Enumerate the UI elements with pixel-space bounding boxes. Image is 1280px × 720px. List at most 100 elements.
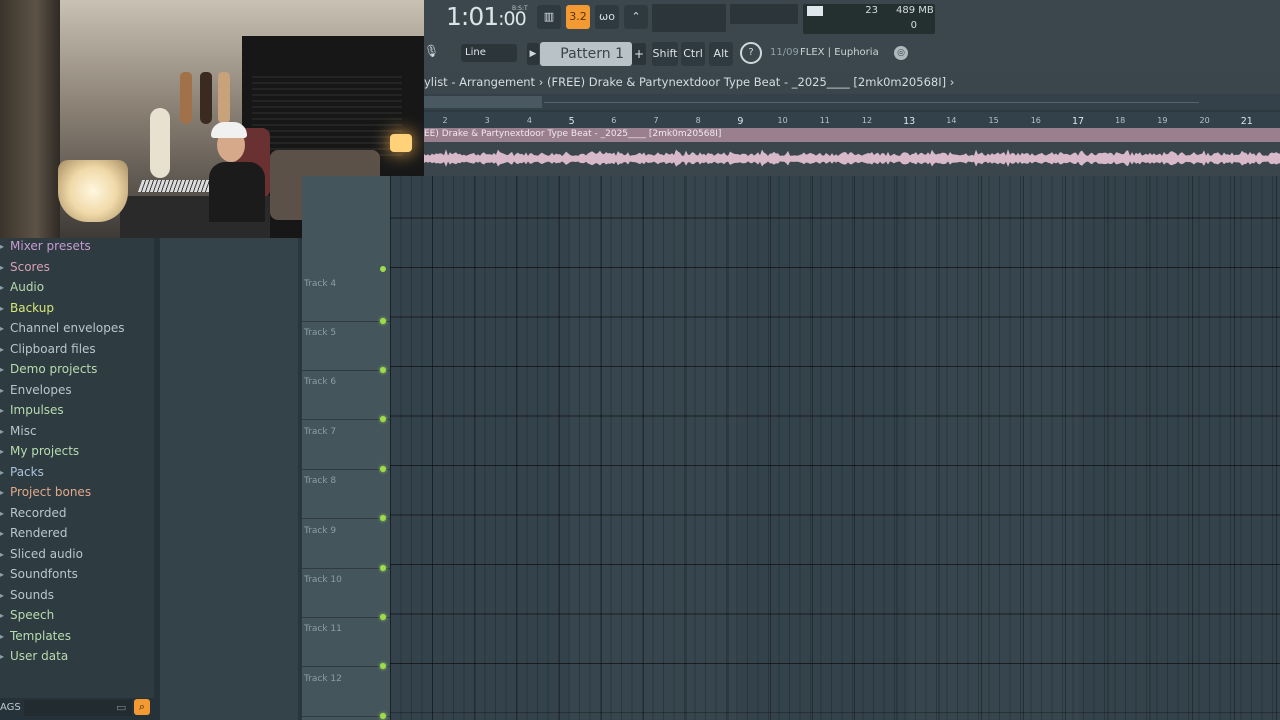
playlist-grid[interactable] [390,176,1280,720]
track-name: Track 10 [304,574,342,585]
folder-icon[interactable]: ▭ [116,701,128,714]
picker-panel [160,238,300,720]
browser-item[interactable]: ▸ My projects [0,444,80,458]
track-name: Track 8 [304,476,337,487]
track-header[interactable]: Track 9 [302,520,390,571]
browser-item[interactable]: ▸ Sounds [0,588,54,602]
folder-icon: ▸ [0,262,5,272]
speech-bubble-icon[interactable]: ? [740,42,762,64]
browser-item-label: User data [10,649,69,663]
scrollbar-thumb[interactable] [424,96,542,108]
browser-item[interactable]: ▸ Audio [0,280,45,294]
piano-keyboard-icon[interactable]: ▥ [537,5,561,29]
track-header[interactable]: Track 4 [302,273,390,324]
shift-button[interactable]: Shift [652,42,678,66]
microphone-icon[interactable]: 🎙 [424,44,439,64]
track-mute-led[interactable] [380,712,386,719]
browser-item[interactable]: ▸ Packs [0,465,44,479]
folder-icon: ▸ [0,508,5,518]
ruler-tick: 14 [946,116,957,125]
browser-item[interactable]: ▸ Clipboard files [0,342,96,356]
browser-item[interactable]: ▸ Recorded [0,505,67,520]
folder-icon: ▸ [0,303,5,313]
browser-item-label: Sliced audio [10,546,83,561]
track-name: Track 11 [304,624,342,635]
metronome-icon[interactable]: ⌃ [624,5,648,29]
ruler-tick: 7 [653,116,659,125]
waveform-shape [424,149,1280,167]
folder-icon: ▸ [0,406,5,415]
browser-item[interactable]: ▸ Backup [0,301,54,315]
track-name: Track 9 [304,525,337,536]
folder-icon: ▸ [0,549,5,559]
folder-icon: ▸ [0,426,5,436]
browser-item[interactable]: ▸ Mixer presets [0,239,91,253]
pattern-prev-button[interactable]: ▶ [527,43,539,65]
browser-item[interactable]: ▸ Impulses [0,403,64,417]
browser-item[interactable]: ▸ Misc [0,424,37,438]
browser-item[interactable]: ▸ Scores [0,260,50,274]
track-name: Track 7 [304,426,337,437]
browser-item-label: My projects [10,444,80,458]
folder-icon: ▸ [0,324,5,333]
time-mode-label[interactable]: B:S:T [512,5,528,12]
playlist-title: ylist - Arrangement › (FREE) Drake & Par… [424,75,955,89]
browser-item[interactable]: ▸ Soundfonts [0,567,78,581]
step-edit-button[interactable]: 3.2 [566,5,590,29]
browser-item[interactable]: ▸ Demo projects [0,362,97,376]
track-header[interactable]: Track 8 [302,470,390,522]
folder-icon: ▸ [0,529,5,538]
add-pattern-button[interactable]: + [632,43,646,65]
pattern-selector[interactable]: Pattern 1 [540,42,632,66]
snap-select[interactable]: Line [461,44,517,62]
news-text[interactable]: FLEX | Euphoria [800,47,879,58]
ruler-tick: 9 [737,116,744,127]
track-name: Track 5 [304,327,337,338]
alt-button[interactable]: Alt [709,42,733,66]
browser-item[interactable]: ▸ Envelopes [0,382,72,397]
folder-icon: ▸ [0,631,5,641]
track-header[interactable]: Track 10 [302,569,390,620]
timeline-ruler[interactable] [424,112,1280,128]
folder-icon: ▸ [0,365,5,374]
browser-item[interactable]: ▸ User data [0,649,69,663]
globe-icon[interactable]: ◎ [894,46,908,60]
ruler-tick: 19 [1157,116,1168,125]
folder-icon: ▸ [0,590,5,600]
browser-item[interactable]: ▸ Sliced audio [0,546,83,561]
audio-waveform [424,149,1280,167]
ruler-tick: 13 [903,116,916,127]
track-header[interactable]: Track 6 [302,371,390,423]
ruler-tick: 11 [819,116,830,125]
ruler-tick: 8 [695,116,701,125]
search-icon[interactable]: ⌕ [134,699,150,715]
ruler-tick: 20 [1199,116,1210,125]
folder-icon: ▸ [0,611,5,620]
browser-item[interactable]: ▸ Speech [0,608,54,622]
browser-item[interactable]: ▸ Templates [0,629,71,643]
hint-panel [652,4,726,32]
browser-item[interactable]: ▸ Project bones [0,485,91,499]
folder-icon: ▸ [0,570,5,579]
track-header[interactable]: Track 7 [302,421,390,472]
track-name: Track 12 [304,673,342,684]
ruler-tick: 15 [988,116,999,125]
track-header[interactable]: Track 11 [302,618,390,670]
memory-value: 489 MB [896,5,934,16]
scrollbar-track [544,102,1199,103]
browser-item[interactable]: ▸ Channel envelopes [0,321,124,335]
track-header[interactable]: Track 5 [302,322,390,373]
browser-item[interactable]: ▸ Rendered [0,526,67,540]
ruler-tick: 12 [861,116,873,125]
track-name: Track 4 [304,278,337,289]
browser-item-label: Recorded [10,505,67,520]
browser-item-label: Envelopes [10,382,72,397]
news-counter: 11/09 [770,47,799,58]
ruler-tick: 16 [1030,116,1041,125]
ruler-tick: 6 [611,116,617,125]
ctrl-button[interactable]: Ctrl [681,42,705,66]
track-mute-led[interactable] [380,266,386,272]
track-header[interactable]: Track 12 [302,668,390,719]
blend-notes-button[interactable]: ωο [595,5,619,29]
browser-item-label: Audio [10,280,45,294]
